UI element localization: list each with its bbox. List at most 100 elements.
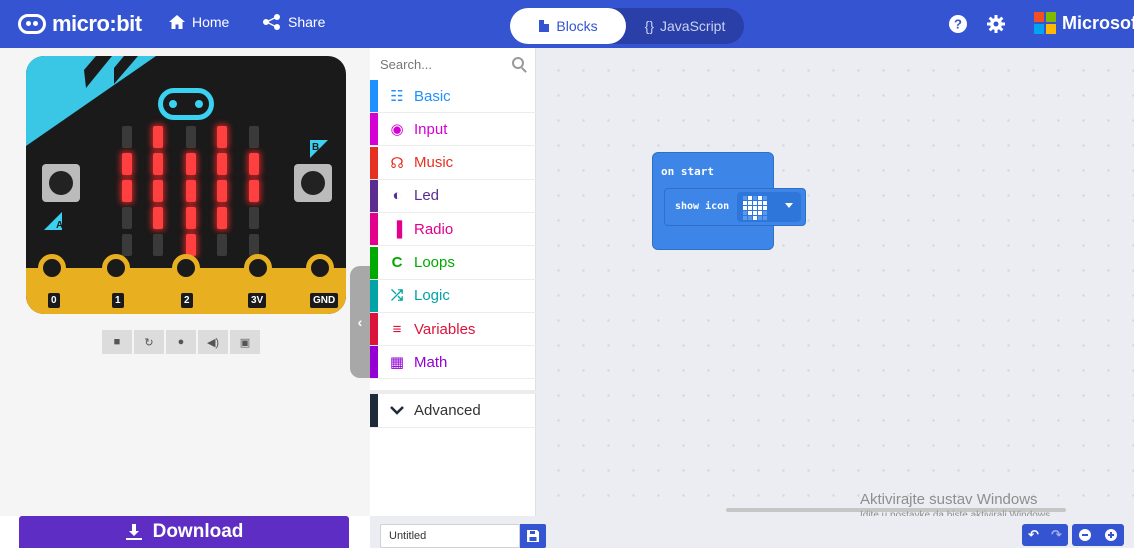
pin-label-gnd: GND — [310, 293, 339, 308]
project-name-input[interactable] — [380, 524, 520, 548]
mute-button[interactable]: ◀) — [198, 330, 228, 354]
category-logic[interactable]: ⤮ Logic — [370, 279, 536, 313]
show-icon-label: show icon — [675, 201, 730, 212]
category-radio[interactable]: ▐ Radio — [370, 213, 536, 247]
category-loops[interactable]: C Loops — [370, 246, 536, 280]
undo-icon: ↶ — [1028, 527, 1039, 542]
category-label: Loops — [414, 254, 455, 271]
category-advanced[interactable]: Advanced — [370, 390, 536, 428]
tab-blocks-label: Blocks — [556, 18, 598, 34]
tab-blocks[interactable]: Blocks — [510, 8, 626, 44]
category-led[interactable]: ◐ Led — [370, 179, 536, 213]
led-4-1 — [153, 234, 163, 256]
help-icon[interactable]: ? — [948, 14, 968, 34]
pin-strip: 0 1 2 3V GND — [26, 254, 346, 314]
led-2-0 — [122, 180, 132, 202]
category-variables[interactable]: ≡ Variables — [370, 313, 536, 347]
microbit-logo[interactable]: micro:bit — [18, 10, 142, 38]
restart-icon: ↻ — [144, 336, 154, 349]
category-label: Basic — [414, 87, 451, 105]
pin-label-1: 1 — [112, 293, 124, 308]
search-input[interactable] — [380, 56, 500, 72]
download-icon — [125, 524, 142, 540]
blocks-workspace[interactable]: on start show icon Aktivirajte sustav Wi… — [536, 48, 1134, 521]
icon-dropdown[interactable] — [737, 192, 801, 222]
lines-icon: ≡ — [392, 320, 402, 338]
board-logo-icon — [158, 88, 214, 120]
category-label: Logic — [414, 287, 450, 305]
category-basic[interactable]: ☷ Basic — [370, 80, 536, 113]
heart-icon — [743, 196, 767, 220]
bottom-bar: ↶ ↷ — [370, 516, 1134, 548]
pin-ring-1[interactable] — [102, 254, 130, 282]
braces-icon: {} — [644, 18, 654, 34]
show-icon-block[interactable]: show icon — [664, 188, 806, 226]
category-math[interactable]: ▦ Math — [370, 346, 536, 380]
microsoft-logo[interactable]: Microsoft — [1034, 12, 1134, 34]
pin-ring-gnd[interactable] — [306, 254, 334, 282]
category-label: Radio — [414, 220, 454, 238]
headphones-icon: ☊ — [390, 154, 404, 172]
button-a[interactable] — [42, 164, 80, 202]
save-button[interactable] — [520, 524, 546, 548]
category-advanced-label: Advanced — [414, 402, 481, 419]
download-button[interactable]: Download — [19, 516, 349, 548]
snail-icon: ● — [177, 336, 185, 348]
led-4-4 — [249, 234, 259, 256]
category-music[interactable]: ☊ Music — [370, 146, 536, 180]
collapse-simulator-button[interactable]: ‹ — [350, 266, 370, 378]
home-button[interactable]: Home — [168, 14, 229, 30]
toggle-icon: ◐ — [392, 187, 402, 205]
redo-icon: ↷ — [1051, 527, 1062, 542]
pin-ring-0[interactable] — [38, 254, 66, 282]
home-label: Home — [192, 14, 230, 30]
restart-button[interactable]: ↻ — [134, 330, 164, 354]
fullscreen-button[interactable]: ▣ — [230, 330, 260, 354]
redo-button[interactable]: ↷ — [1045, 524, 1068, 546]
signal-icon: ▐ — [391, 220, 403, 238]
led-1-3 — [217, 153, 227, 175]
microbit-logo-icon — [18, 14, 46, 34]
target-icon: ◉ — [390, 121, 404, 139]
zoom-out-icon — [1079, 529, 1091, 541]
share-button[interactable]: Share — [262, 14, 325, 30]
calculator-icon: ▦ — [389, 354, 405, 372]
pin-ring-2[interactable] — [172, 254, 200, 282]
search-icon[interactable] — [512, 57, 524, 69]
button-b[interactable] — [294, 164, 332, 202]
pin-label-2: 2 — [181, 293, 193, 308]
svg-text:?: ? — [954, 17, 962, 32]
stop-icon: ■ — [113, 336, 121, 348]
pin-label-3v: 3V — [248, 293, 267, 308]
pin-ring-3v[interactable] — [244, 254, 272, 282]
led-3-0 — [122, 207, 132, 229]
undo-button[interactable]: ↶ — [1022, 524, 1045, 546]
fullscreen-icon: ▣ — [239, 336, 251, 349]
category-label: Math — [414, 353, 448, 371]
svg-text:A: A — [56, 220, 62, 230]
led-0-0 — [122, 126, 132, 148]
category-input[interactable]: ◉ Input — [370, 113, 536, 147]
led-3-2 — [186, 207, 196, 229]
zoom-out-button[interactable] — [1072, 524, 1098, 546]
watermark-title: Aktivirajte sustav Windows — [860, 491, 1038, 508]
slow-mo-button[interactable]: ● — [166, 330, 196, 354]
pin-label-0: 0 — [48, 293, 60, 308]
zoom-in-icon — [1105, 529, 1117, 541]
led-3-1 — [153, 207, 163, 229]
gear-icon[interactable] — [986, 14, 1006, 34]
stop-button[interactable]: ■ — [102, 330, 132, 354]
tab-javascript[interactable]: {} JavaScript — [630, 8, 740, 44]
tab-javascript-label: JavaScript — [660, 18, 726, 34]
led-1-1 — [153, 153, 163, 175]
zoom-in-button[interactable] — [1098, 524, 1124, 546]
button-b-marker: B — [310, 140, 328, 158]
microsoft-squares-icon — [1034, 12, 1056, 34]
speaker-icon: ◀) — [206, 336, 220, 349]
undo-redo-group: ↶ ↷ — [1022, 524, 1068, 546]
led-2-3 — [217, 180, 227, 202]
led-2-1 — [153, 180, 163, 202]
logo-text: micro:bit — [52, 11, 142, 36]
led-2-4 — [249, 180, 259, 202]
share-icon — [263, 14, 280, 30]
